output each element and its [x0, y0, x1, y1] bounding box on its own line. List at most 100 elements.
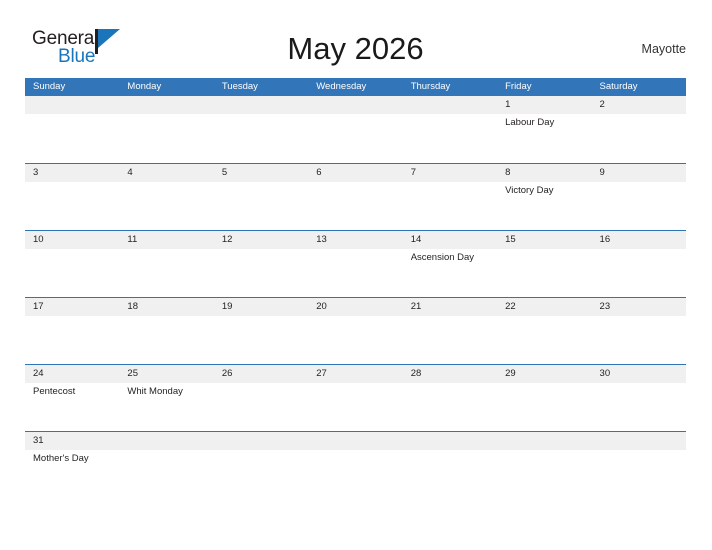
day-cell[interactable] — [119, 450, 213, 497]
day-number[interactable] — [119, 432, 213, 450]
day-cell[interactable] — [497, 383, 591, 430]
day-number[interactable]: 19 — [214, 298, 308, 316]
week-event-strip: Pentecost Whit Monday — [25, 383, 686, 430]
week-date-strip: 17 18 19 20 21 22 23 — [25, 298, 686, 316]
day-number[interactable]: 29 — [497, 365, 591, 383]
day-number[interactable]: 24 — [25, 365, 119, 383]
day-number[interactable]: 25 — [119, 365, 213, 383]
week-date-strip: 1 2 — [25, 96, 686, 114]
day-cell[interactable] — [214, 182, 308, 229]
day-cell[interactable]: Ascension Day — [403, 249, 497, 296]
week-event-strip: Labour Day — [25, 114, 686, 161]
day-cell[interactable] — [592, 114, 686, 161]
day-cell[interactable] — [308, 383, 402, 430]
day-cell[interactable] — [119, 316, 213, 363]
day-number[interactable]: 20 — [308, 298, 402, 316]
day-number[interactable]: 7 — [403, 164, 497, 182]
day-number[interactable] — [308, 96, 402, 114]
day-cell[interactable] — [214, 114, 308, 161]
weekday-header-sunday: Sunday — [33, 81, 66, 92]
calendar-week-row: 10 11 12 13 14 15 16 Ascension Day — [25, 230, 686, 297]
event-label: Ascension Day — [410, 252, 475, 263]
day-cell[interactable] — [403, 383, 497, 430]
day-number[interactable] — [119, 96, 213, 114]
day-cell[interactable] — [119, 114, 213, 161]
day-number[interactable]: 6 — [308, 164, 402, 182]
day-cell[interactable] — [214, 383, 308, 430]
event-label: Labour Day — [505, 117, 555, 128]
day-number[interactable]: 5 — [214, 164, 308, 182]
day-number[interactable] — [403, 432, 497, 450]
day-number[interactable]: 26 — [214, 365, 308, 383]
day-number[interactable]: 12 — [214, 231, 308, 249]
day-cell[interactable] — [25, 114, 119, 161]
day-number[interactable]: 11 — [119, 231, 213, 249]
day-number[interactable]: 28 — [403, 365, 497, 383]
day-cell[interactable] — [403, 316, 497, 363]
day-cell[interactable] — [592, 182, 686, 229]
day-cell[interactable] — [119, 182, 213, 229]
day-cell[interactable] — [25, 182, 119, 229]
day-number[interactable]: 1 — [497, 96, 591, 114]
day-number[interactable]: 22 — [497, 298, 591, 316]
day-number[interactable]: 2 — [592, 96, 686, 114]
day-cell[interactable]: Mother's Day — [25, 450, 119, 497]
day-number[interactable]: 3 — [25, 164, 119, 182]
day-number[interactable]: 16 — [592, 231, 686, 249]
day-number[interactable] — [497, 432, 591, 450]
day-cell[interactable] — [214, 249, 308, 296]
day-cell[interactable] — [308, 249, 402, 296]
day-cell[interactable] — [403, 182, 497, 229]
day-number[interactable]: 17 — [25, 298, 119, 316]
day-number[interactable] — [403, 96, 497, 114]
day-cell[interactable] — [308, 114, 402, 161]
day-cell[interactable] — [214, 450, 308, 497]
day-cell[interactable] — [25, 316, 119, 363]
day-number[interactable]: 23 — [592, 298, 686, 316]
day-cell[interactable] — [592, 383, 686, 430]
day-cell[interactable] — [214, 316, 308, 363]
day-cell[interactable] — [592, 316, 686, 363]
day-number[interactable]: 9 — [592, 164, 686, 182]
day-cell[interactable] — [592, 450, 686, 497]
event-label: Victory Day — [505, 185, 554, 196]
day-cell[interactable] — [497, 450, 591, 497]
day-number[interactable]: 30 — [592, 365, 686, 383]
day-cell[interactable]: Victory Day — [497, 182, 591, 229]
day-cell[interactable] — [592, 249, 686, 296]
day-number[interactable]: 21 — [403, 298, 497, 316]
week-date-strip: 10 11 12 13 14 15 16 — [25, 231, 686, 249]
weekday-header-row: Sunday Monday Tuesday Wednesday Thursday… — [25, 78, 686, 96]
day-number[interactable]: 13 — [308, 231, 402, 249]
day-number[interactable]: 14 — [403, 231, 497, 249]
day-cell[interactable] — [25, 249, 119, 296]
day-number[interactable] — [308, 432, 402, 450]
day-number[interactable]: 8 — [497, 164, 591, 182]
day-number[interactable]: 31 — [25, 432, 119, 450]
day-number[interactable]: 18 — [119, 298, 213, 316]
day-cell[interactable]: Labour Day — [497, 114, 591, 161]
day-cell[interactable]: Whit Monday — [119, 383, 213, 430]
day-number[interactable]: 4 — [119, 164, 213, 182]
calendar-week-row: 3 4 5 6 7 8 9 Victory Day — [25, 163, 686, 230]
day-number[interactable] — [214, 96, 308, 114]
day-cell[interactable]: Pentecost — [25, 383, 119, 430]
day-cell[interactable] — [403, 450, 497, 497]
weekday-header-wednesday: Wednesday — [316, 81, 367, 92]
day-number[interactable] — [592, 432, 686, 450]
day-cell[interactable] — [497, 316, 591, 363]
week-event-strip — [25, 316, 686, 363]
day-cell[interactable] — [403, 114, 497, 161]
region-label: Mayotte — [641, 42, 686, 56]
day-cell[interactable] — [497, 249, 591, 296]
day-cell[interactable] — [308, 450, 402, 497]
calendar-week-row: 1 2 Labour Day — [25, 96, 686, 163]
day-number[interactable]: 10 — [25, 231, 119, 249]
day-number[interactable]: 27 — [308, 365, 402, 383]
day-cell[interactable] — [308, 182, 402, 229]
day-cell[interactable] — [119, 249, 213, 296]
day-number[interactable]: 15 — [497, 231, 591, 249]
day-number[interactable] — [214, 432, 308, 450]
day-number[interactable] — [25, 96, 119, 114]
day-cell[interactable] — [308, 316, 402, 363]
